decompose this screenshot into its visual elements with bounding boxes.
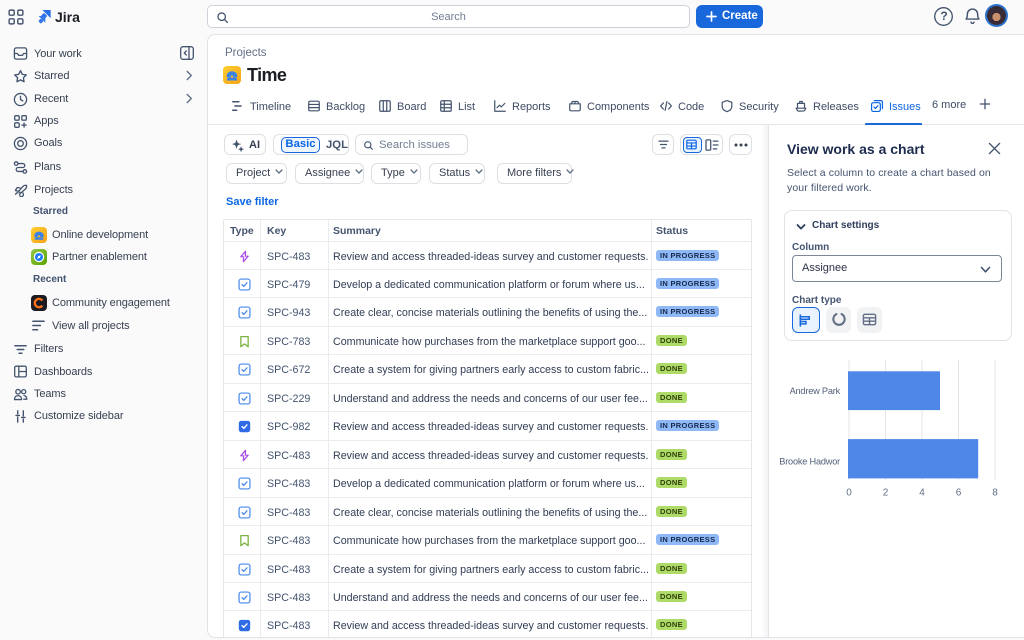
svg-text:Brooke Hadwor: Brooke Hadwor <box>779 457 840 467</box>
svg-text:4: 4 <box>919 488 925 499</box>
svg-text:6: 6 <box>956 488 962 499</box>
svg-text:2: 2 <box>883 488 889 499</box>
svg-text:0: 0 <box>846 488 852 499</box>
svg-text:Andrew Park: Andrew Park <box>790 386 841 396</box>
svg-text:8: 8 <box>992 488 998 499</box>
